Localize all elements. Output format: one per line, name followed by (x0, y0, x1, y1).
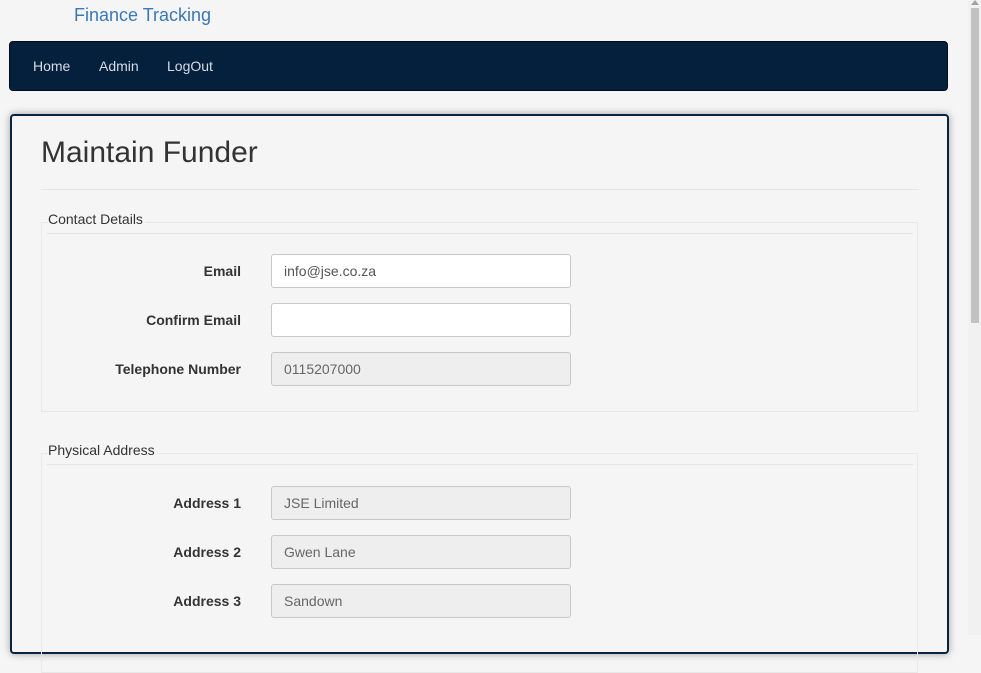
physical-address-legend: Physical Address (48, 442, 157, 458)
scrollbar-thumb[interactable] (971, 8, 979, 323)
confirm-email-label: Confirm Email (146, 312, 241, 328)
maintain-funder-panel: Maintain Funder Contact Details Email Co… (10, 114, 949, 673)
email-label: Email (203, 263, 241, 279)
contact-details-legend: Contact Details (48, 211, 145, 227)
title-divider (41, 189, 919, 190)
address2-field[interactable] (271, 535, 571, 569)
brand-link[interactable]: Finance Tracking (74, 5, 211, 26)
address3-field[interactable] (271, 584, 571, 618)
nav-admin[interactable]: Admin (99, 58, 139, 74)
legend-divider (47, 464, 913, 465)
email-field[interactable] (271, 254, 571, 288)
address2-label: Address 2 (173, 544, 241, 560)
top-navbar: Home Admin LogOut (9, 41, 948, 91)
page-scrollbar[interactable] (968, 0, 981, 635)
page-title: Maintain Funder (41, 136, 258, 169)
physical-address-fieldset: Physical Address Address 1 Address 2 Add… (41, 442, 918, 673)
confirm-email-field[interactable] (271, 303, 571, 337)
nav-home[interactable]: Home (33, 58, 70, 74)
address3-label: Address 3 (173, 593, 241, 609)
address1-field[interactable] (271, 486, 571, 520)
telephone-label: Telephone Number (115, 361, 241, 377)
scroll-up-arrow-icon[interactable] (971, 0, 979, 5)
telephone-field[interactable] (271, 352, 571, 386)
legend-divider (47, 233, 913, 234)
contact-details-fieldset: Contact Details Email Confirm Email Tele… (41, 211, 918, 412)
address1-label: Address 1 (173, 495, 241, 511)
nav-logout[interactable]: LogOut (167, 58, 213, 74)
